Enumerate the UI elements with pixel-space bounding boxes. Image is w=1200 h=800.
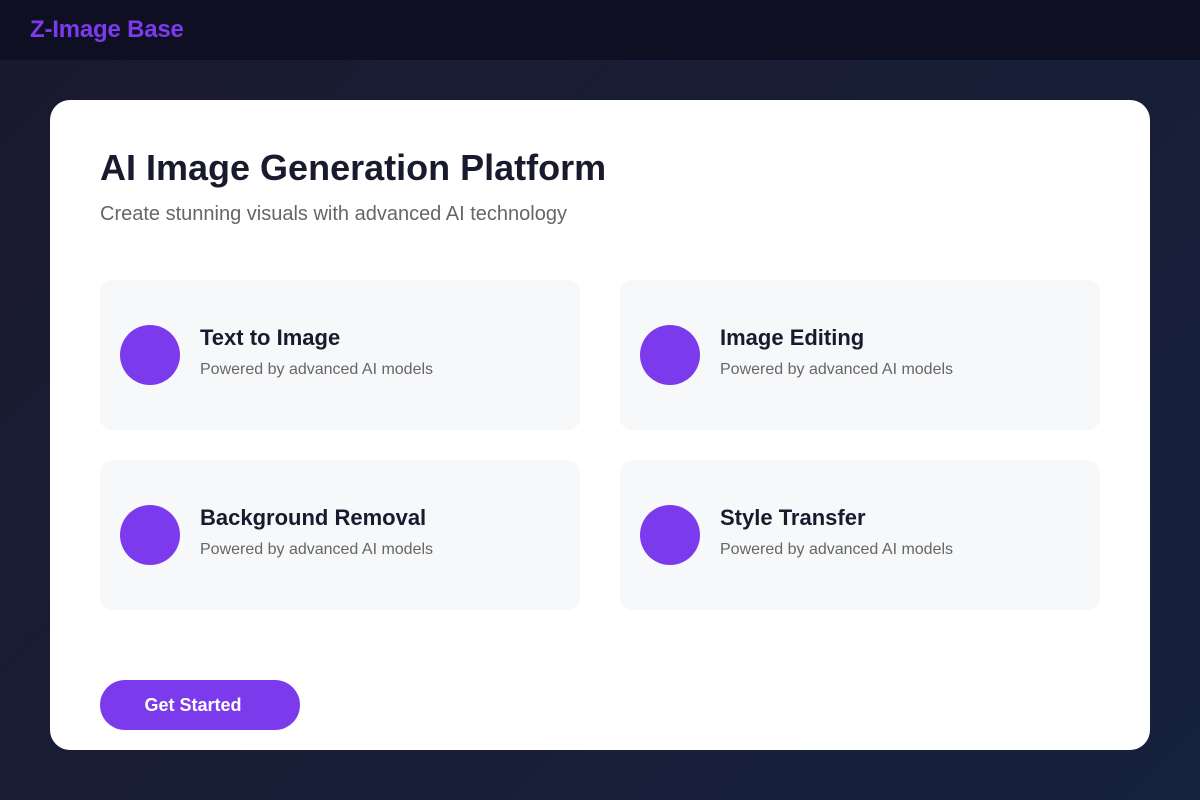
circle-icon bbox=[120, 505, 180, 565]
feature-card-text-to-image[interactable]: Text to Image Powered by advanced AI mod… bbox=[100, 280, 580, 430]
circle-icon bbox=[640, 325, 700, 385]
main-card: AI Image Generation Platform Create stun… bbox=[50, 100, 1150, 750]
feature-title: Image Editing bbox=[720, 325, 865, 350]
circle-icon bbox=[120, 325, 180, 385]
feature-title: Style Transfer bbox=[720, 505, 866, 530]
feature-description: Powered by advanced AI models bbox=[720, 361, 954, 378]
page-subtitle: Create stunning visuals with advanced AI… bbox=[100, 203, 567, 225]
feature-description: Powered by advanced AI models bbox=[200, 541, 434, 558]
feature-description: Powered by advanced AI models bbox=[200, 361, 434, 378]
feature-card-background-removal[interactable]: Background Removal Powered by advanced A… bbox=[100, 460, 580, 610]
feature-title: Text to Image bbox=[200, 325, 341, 350]
brand-logo[interactable]: Z-Image Base bbox=[30, 16, 184, 44]
get-started-button[interactable]: Get Started bbox=[100, 680, 300, 730]
top-bar: Z-Image Base bbox=[0, 0, 1200, 60]
feature-card-image-editing[interactable]: Image Editing Powered by advanced AI mod… bbox=[620, 280, 1100, 430]
feature-card-style-transfer[interactable]: Style Transfer Powered by advanced AI mo… bbox=[620, 460, 1100, 610]
feature-title: Background Removal bbox=[200, 505, 427, 530]
page-title: AI Image Generation Platform bbox=[100, 147, 607, 188]
circle-icon bbox=[640, 505, 700, 565]
feature-description: Powered by advanced AI models bbox=[720, 541, 954, 558]
